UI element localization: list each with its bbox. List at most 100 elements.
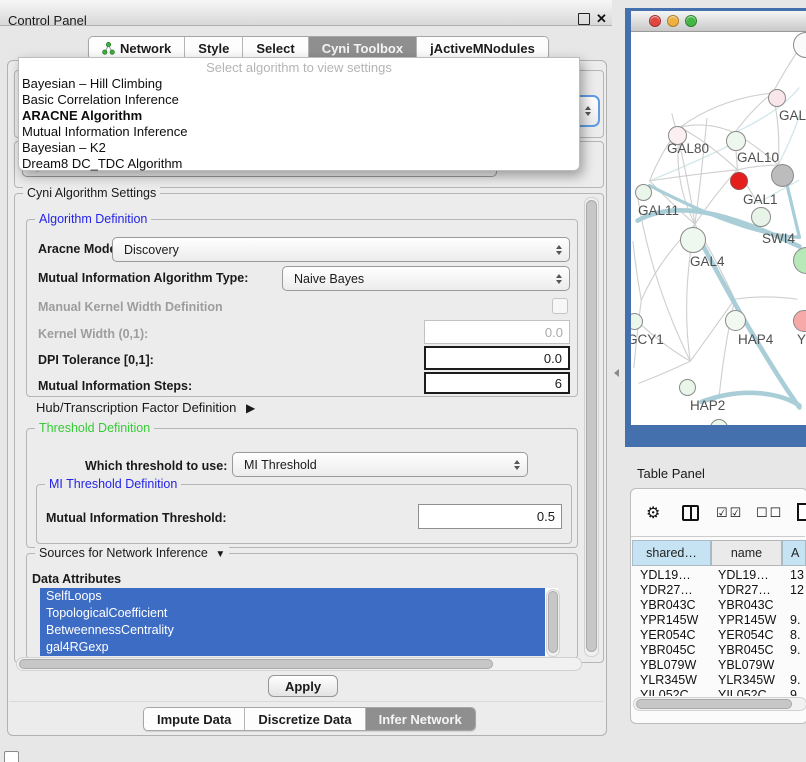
network-window-titlebar[interactable]: [631, 11, 806, 32]
table-panel-title: Table Panel: [637, 466, 705, 481]
table-row[interactable]: YLR345W YLR345W 9.: [632, 673, 806, 688]
corner-widget-icon[interactable]: [4, 751, 19, 762]
deselect-all-checkboxes-icon[interactable]: ☐☐: [756, 505, 783, 521]
tab-network[interactable]: Network: [89, 37, 185, 59]
table-row[interactable]: YDL19… YDL19… 13: [632, 568, 806, 583]
mi-steps-field[interactable]: 6: [424, 372, 570, 394]
network-node-gray[interactable]: [771, 164, 794, 187]
dropdown-item[interactable]: Bayesian – Hill Climbing: [19, 76, 579, 92]
table-row[interactable]: YPR145W YPR145W 9.: [632, 613, 806, 628]
gear-icon[interactable]: ⚙: [646, 503, 660, 523]
kernel-width-field[interactable]: 0.0: [424, 320, 570, 344]
which-threshold-label: Which threshold to use:: [85, 459, 227, 473]
cyni-settings-title: Cyni Algorithm Settings: [23, 186, 160, 200]
table-row[interactable]: YDR27… YDR27… 12: [632, 583, 806, 598]
column-header-label: name: [731, 546, 762, 560]
zoom-traffic-light-icon[interactable]: [685, 15, 697, 27]
columns-icon[interactable]: [682, 505, 699, 521]
table-row[interactable]: YBR043C YBR043C: [632, 598, 806, 613]
mi-threshold-value: 0.5: [537, 509, 555, 524]
node-label: GAL10: [737, 150, 779, 165]
dropdown-item-selected[interactable]: ARACNE Algorithm: [19, 108, 579, 124]
list-item[interactable]: gal4RGexp: [40, 639, 545, 656]
tab-select[interactable]: Select: [243, 37, 308, 59]
scrollbar-thumb[interactable]: [636, 699, 792, 709]
tab-infer-network[interactable]: Infer Network: [366, 708, 475, 730]
scrollbar-thumb[interactable]: [586, 200, 597, 652]
cell-name: YER054C: [718, 628, 774, 642]
control-panel-titlebar: [0, 0, 612, 26]
float-panel-icon[interactable]: [578, 13, 590, 25]
column-header-label: A: [791, 546, 799, 560]
dropdown-item[interactable]: Bayesian – K2: [19, 140, 579, 156]
close-traffic-light-icon[interactable]: [649, 15, 661, 27]
settings-vertical-scrollbar[interactable]: [584, 197, 599, 657]
network-node-selected-red[interactable]: [730, 172, 748, 190]
network-node[interactable]: [725, 310, 746, 331]
list-vertical-scrollbar[interactable]: [546, 589, 560, 657]
column-header-name[interactable]: name: [711, 540, 782, 566]
scrollbar-thumb[interactable]: [548, 591, 558, 653]
split-pane-handle-icon[interactable]: [614, 369, 619, 377]
table-horizontal-scrollbar[interactable]: [633, 697, 806, 711]
cell-value: 8.: [790, 628, 800, 642]
cell-shared-name: YPR145W: [640, 613, 698, 627]
aracne-mode-label: Aracne Mode:: [38, 242, 121, 256]
apply-button[interactable]: Apply: [268, 675, 338, 697]
column-header-shared-name[interactable]: shared…: [632, 540, 711, 566]
mi-type-combo[interactable]: Naive Bayes: [282, 266, 570, 291]
close-icon[interactable]: ✕: [596, 11, 607, 27]
tab-style[interactable]: Style: [185, 37, 243, 59]
cell-shared-name: YBR045C: [640, 643, 696, 657]
cell-shared-name: YLR345W: [640, 673, 697, 687]
settings-horizontal-scrollbar[interactable]: [16, 657, 582, 671]
dropdown-item[interactable]: Dream8 DC_TDC Algorithm: [19, 156, 579, 172]
combo-stepper-icon: [514, 460, 520, 470]
sources-title-text: Sources for Network Inference: [39, 546, 208, 560]
minimize-traffic-light-icon[interactable]: [667, 15, 679, 27]
cell-value: 9.: [790, 643, 800, 657]
cell-shared-name: YIL052C: [640, 688, 689, 696]
dropdown-item[interactable]: Basic Correlation Inference: [19, 92, 579, 108]
node-label: GAL11: [638, 203, 679, 218]
scrollbar-thumb[interactable]: [19, 659, 493, 669]
network-node[interactable]: [751, 207, 771, 227]
network-node[interactable]: [768, 89, 786, 107]
select-all-checkboxes-icon[interactable]: ☑☑: [716, 505, 743, 521]
mi-threshold-field[interactable]: 0.5: [418, 504, 562, 529]
network-node[interactable]: [726, 131, 746, 151]
network-canvas[interactable]: GAL GAL80 GAL10 GAL1 GAL11 SWI4 GAL4 GCY…: [631, 32, 806, 425]
network-icon: [102, 42, 115, 55]
dropdown-item[interactable]: Mutual Information Inference: [19, 124, 579, 140]
cell-value: 9.: [790, 673, 800, 687]
network-node[interactable]: [679, 379, 696, 396]
tab-cyni-toolbox-label: Cyni Toolbox: [322, 41, 403, 56]
column-header-partial[interactable]: A: [782, 540, 806, 566]
cell-value: 12: [790, 583, 804, 597]
table-row[interactable]: YIL052C YIL052C 9: [632, 688, 806, 696]
dpi-tolerance-value: 0.0: [544, 351, 562, 366]
control-panel-title: Control Panel: [8, 13, 87, 28]
tab-network-label: Network: [120, 41, 171, 56]
tab-discretize-data[interactable]: Discretize Data: [245, 708, 365, 730]
collapse-down-icon: ▼: [211, 549, 225, 560]
table-row[interactable]: YER054C YER054C 8.: [632, 628, 806, 643]
list-item[interactable]: BetweennessCentrality: [40, 622, 545, 639]
tab-cyni-toolbox[interactable]: Cyni Toolbox: [309, 37, 417, 59]
dpi-tolerance-field[interactable]: 0.0: [424, 346, 570, 370]
which-threshold-combo[interactable]: MI Threshold: [232, 452, 528, 477]
tab-impute-data[interactable]: Impute Data: [144, 708, 245, 730]
table-row[interactable]: YBL079W YBL079W: [632, 658, 806, 673]
network-node[interactable]: [635, 184, 652, 201]
tab-jactivemnodules[interactable]: jActiveMNodules: [417, 37, 548, 59]
list-item[interactable]: SelfLoops: [40, 588, 545, 605]
cell-value: 9.: [790, 613, 800, 627]
network-node[interactable]: [680, 227, 706, 253]
aracne-mode-combo[interactable]: Discovery: [112, 237, 570, 262]
sources-title[interactable]: Sources for Network Inference ▼: [35, 546, 229, 560]
export-table-icon[interactable]: [797, 503, 806, 521]
table-row[interactable]: YBR045C YBR045C 9.: [632, 643, 806, 658]
list-item[interactable]: TopologicalCoefficient: [40, 605, 545, 622]
manual-kernel-checkbox[interactable]: [552, 298, 568, 314]
hub-definition-toggle[interactable]: Hub/Transcription Factor Definition ▶: [36, 400, 255, 415]
